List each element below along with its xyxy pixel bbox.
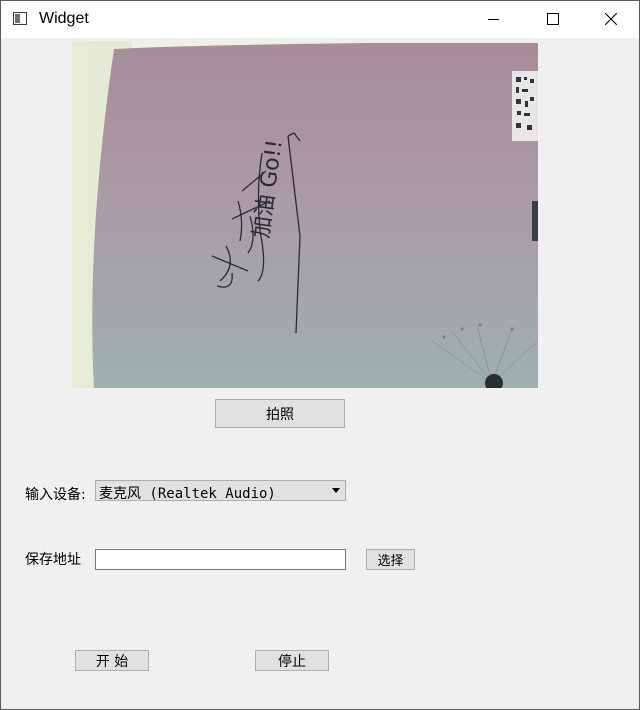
main-window: Widget 加油 Go!! 拍照 输入设备: 麦克风 (Realtek Aud… (0, 0, 640, 710)
chevron-down-icon (332, 488, 340, 493)
close-icon (605, 13, 617, 25)
stop-button[interactable]: 停止 (255, 650, 329, 671)
minimize-icon (488, 19, 499, 20)
start-button[interactable]: 开 始 (75, 650, 149, 671)
app-window-icon (13, 12, 27, 25)
title-bar[interactable]: Widget (1, 1, 639, 38)
save-path-label: 保存地址 (25, 552, 81, 568)
input-device-label: 输入设备: (25, 487, 86, 503)
input-device-select[interactable]: 麦克风 (Realtek Audio) (95, 480, 346, 502)
maximize-icon (547, 13, 559, 25)
save-path-input[interactable] (95, 549, 346, 570)
minimize-button[interactable] (469, 1, 515, 38)
camera-frame-image: 加油 Go!! (72, 41, 538, 388)
camera-preview: 加油 Go!! (72, 41, 538, 388)
capture-photo-button[interactable]: 拍照 (215, 399, 345, 428)
input-device-selected-value: 麦克风 (Realtek Audio) (99, 486, 276, 502)
browse-button[interactable]: 选择 (366, 549, 415, 570)
close-button[interactable] (589, 1, 635, 38)
window-title: Widget (39, 10, 89, 27)
maximize-button[interactable] (529, 1, 575, 38)
